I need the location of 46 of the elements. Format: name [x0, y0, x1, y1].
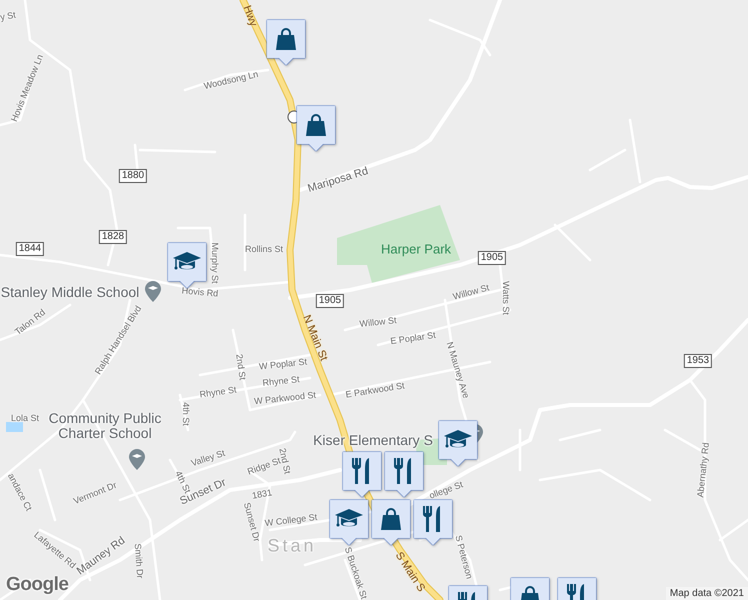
street-label: 1831	[251, 487, 273, 501]
highway-label: Hwy	[240, 4, 260, 28]
route-number-sign: 1828	[98, 230, 128, 244]
google-logo[interactable]: Google	[6, 574, 68, 596]
street-label: Watts St	[501, 281, 511, 315]
street-label: E Parkwood St	[344, 380, 406, 400]
street-label: Smith Dr	[132, 543, 146, 579]
street-label: ollege St	[428, 479, 464, 501]
street-label: y St	[0, 10, 16, 22]
route-number-sign: 1905	[478, 251, 506, 265]
pond-area	[6, 422, 23, 432]
street-label: Murphy St	[210, 242, 220, 284]
street-label: Rhyne St	[198, 384, 238, 400]
map-attribution: Map data ©2021	[666, 587, 748, 600]
street-label: Ridge St	[246, 455, 282, 477]
street-label: S Peterson	[453, 534, 475, 580]
street-label: Willow St	[452, 282, 490, 302]
street-label: Rhyne St	[262, 374, 300, 388]
place-label: Community Public Charter School	[48, 411, 162, 441]
street-label: E Poplar St	[390, 330, 436, 346]
route-number-sign: 1953	[684, 354, 712, 368]
street-label: 2nd St	[234, 353, 248, 381]
street-label: Willow St	[359, 315, 397, 329]
street-label: Valley St	[190, 448, 226, 468]
street-label: Abernathy Rd	[695, 442, 711, 498]
street-label: W College St	[264, 512, 318, 528]
street-label: Rollins St	[245, 244, 283, 254]
street-label: Woodsong Ln	[202, 68, 260, 92]
street-label: Sunset Dr	[242, 501, 262, 543]
street-label: 4th St	[181, 402, 191, 426]
route-number-sign: 1905	[316, 294, 344, 308]
street-label: W Parkwood St	[254, 390, 316, 406]
route-number-sign: 1844	[16, 242, 44, 256]
park-label: Harper Park	[380, 242, 452, 256]
street-label: Mariposa Rd	[306, 165, 370, 195]
shopping-bag-icon	[306, 114, 326, 136]
route-number-sign: 1880	[118, 169, 148, 183]
street-label: Lola St	[10, 413, 40, 423]
shopping-bag-icon	[276, 28, 296, 50]
shopping-bag-icon	[381, 508, 401, 530]
street-label: N Mauney Ave	[444, 340, 472, 400]
place-label: Stanley Middle School	[0, 284, 140, 300]
town-label: Stan	[267, 536, 317, 556]
street-label: Hovis Rd	[181, 285, 219, 299]
street-label: W Poplar St	[258, 356, 308, 372]
street-label: Talon Rd	[12, 307, 48, 337]
